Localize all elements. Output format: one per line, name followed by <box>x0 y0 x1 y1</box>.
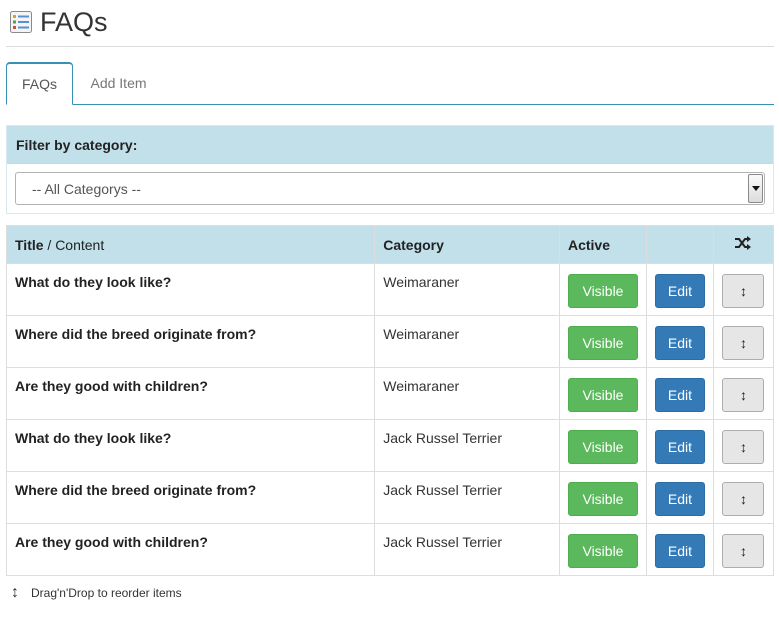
vertical-arrows-icon: ↕ <box>739 491 747 507</box>
faq-title: Where did the breed originate from? <box>5 471 376 524</box>
active-cell: Visible <box>558 471 647 524</box>
column-header-content-label: / Content <box>43 236 105 253</box>
reorder-cell: ↕ <box>712 315 775 368</box>
column-header-active: Active <box>558 225 647 264</box>
edit-button[interactable]: Edit <box>654 430 705 464</box>
page-header: FAQs <box>8 6 108 38</box>
faq-title: Where did the breed originate from? <box>5 315 376 368</box>
edit-cell: Edit <box>645 523 714 576</box>
reorder-cell: ↕ <box>712 367 775 420</box>
drag-handle-button[interactable]: ↕ <box>722 534 765 568</box>
visible-toggle-button[interactable]: Visible <box>567 274 638 308</box>
drag-handle-button[interactable]: ↕ <box>722 274 765 308</box>
active-cell: Visible <box>558 523 647 576</box>
column-header-category: Category <box>374 225 560 264</box>
edit-cell: Edit <box>645 471 714 524</box>
filter-label: Filter by category: <box>7 126 773 164</box>
reorder-cell: ↕ <box>712 263 775 316</box>
faq-table: Title / Content Category Active What do … <box>5 225 775 576</box>
visible-toggle-button[interactable]: Visible <box>567 482 638 516</box>
faq-title: Are they good with children? <box>5 523 376 576</box>
vertical-arrows-icon: ↕ <box>739 335 747 351</box>
list-icon <box>10 11 32 33</box>
footer-note-text: Drag'n'Drop to reorder items <box>31 586 182 600</box>
vertical-arrows-icon: ↕ <box>739 543 747 559</box>
table-row[interactable]: What do they look like? Weimaraner Visible… <box>5 263 775 316</box>
edit-button[interactable]: Edit <box>654 274 705 308</box>
visible-toggle-button[interactable]: Visible <box>567 534 638 568</box>
reorder-cell: ↕ <box>712 523 775 576</box>
column-header-title-label: Title <box>15 236 44 253</box>
faq-title: What do they look like? <box>5 419 376 472</box>
page-title: FAQs <box>40 6 108 37</box>
table-row[interactable]: Where did the breed originate from? Weima… <box>5 315 775 368</box>
active-cell: Visible <box>558 263 647 316</box>
vertical-arrows-icon: ↕ <box>739 283 747 299</box>
edit-button[interactable]: Edit <box>654 326 705 360</box>
tab-add-item[interactable]: Add Item <box>76 62 161 104</box>
visible-toggle-button[interactable]: Visible <box>567 326 638 360</box>
faq-category: Jack Russel Terrier <box>374 523 560 576</box>
chevron-down-icon[interactable] <box>748 174 763 203</box>
table-row[interactable]: Are they good with children? Weimaraner Vi… <box>5 367 775 420</box>
visible-toggle-button[interactable]: Visible <box>567 430 638 464</box>
faq-category: Weimaraner <box>374 315 560 368</box>
vertical-arrows-icon: ↕ <box>739 439 747 455</box>
table-header-row: Title / Content Category Active <box>5 225 775 264</box>
edit-button[interactable]: Edit <box>654 378 705 412</box>
edit-button[interactable]: Edit <box>654 482 705 516</box>
edit-cell: Edit <box>645 419 714 472</box>
drag-handle-button[interactable]: ↕ <box>722 378 765 412</box>
faq-category: Weimaraner <box>374 263 560 316</box>
column-header-edit <box>645 225 714 264</box>
faq-category: Jack Russel Terrier <box>374 419 560 472</box>
faq-category: Jack Russel Terrier <box>374 471 560 524</box>
active-cell: Visible <box>558 367 647 420</box>
table-row[interactable]: Are they good with children? Jack Russel … <box>5 523 775 576</box>
vertical-arrows-icon: ↕ <box>739 387 747 403</box>
drag-handle-button[interactable]: ↕ <box>722 326 765 360</box>
edit-cell: Edit <box>645 367 714 420</box>
active-cell: Visible <box>558 419 647 472</box>
reorder-cell: ↕ <box>712 471 775 524</box>
footer-note: ↕ Drag'n'Drop to reorder items <box>8 584 182 602</box>
drag-handle-button[interactable]: ↕ <box>722 482 765 516</box>
vertical-arrows-icon: ↕ <box>11 584 19 601</box>
reorder-cell: ↕ <box>712 419 775 472</box>
tab-faqs[interactable]: FAQs <box>6 62 73 105</box>
column-header-title: Title / Content <box>5 225 376 264</box>
faq-category: Weimaraner <box>374 367 560 420</box>
table-row[interactable]: Where did the breed originate from? Jack … <box>5 471 775 524</box>
column-header-reorder <box>712 225 775 264</box>
edit-button[interactable]: Edit <box>654 534 705 568</box>
faq-title: What do they look like? <box>5 263 376 316</box>
shuffle-icon <box>735 236 752 250</box>
table-row[interactable]: What do they look like? Jack Russel Terri… <box>5 419 775 472</box>
category-select-value: -- All Categorys -- <box>32 180 141 197</box>
header-divider <box>6 46 774 47</box>
drag-handle-button[interactable]: ↕ <box>722 430 765 464</box>
edit-cell: Edit <box>645 263 714 316</box>
active-cell: Visible <box>558 315 647 368</box>
tab-bar: FAQs Add Item <box>6 62 774 105</box>
filter-panel: Filter by category: -- All Categorys -- <box>6 125 774 214</box>
visible-toggle-button[interactable]: Visible <box>567 378 638 412</box>
edit-cell: Edit <box>645 315 714 368</box>
faq-title: Are they good with children? <box>5 367 376 420</box>
category-select[interactable]: -- All Categorys -- <box>15 172 765 205</box>
